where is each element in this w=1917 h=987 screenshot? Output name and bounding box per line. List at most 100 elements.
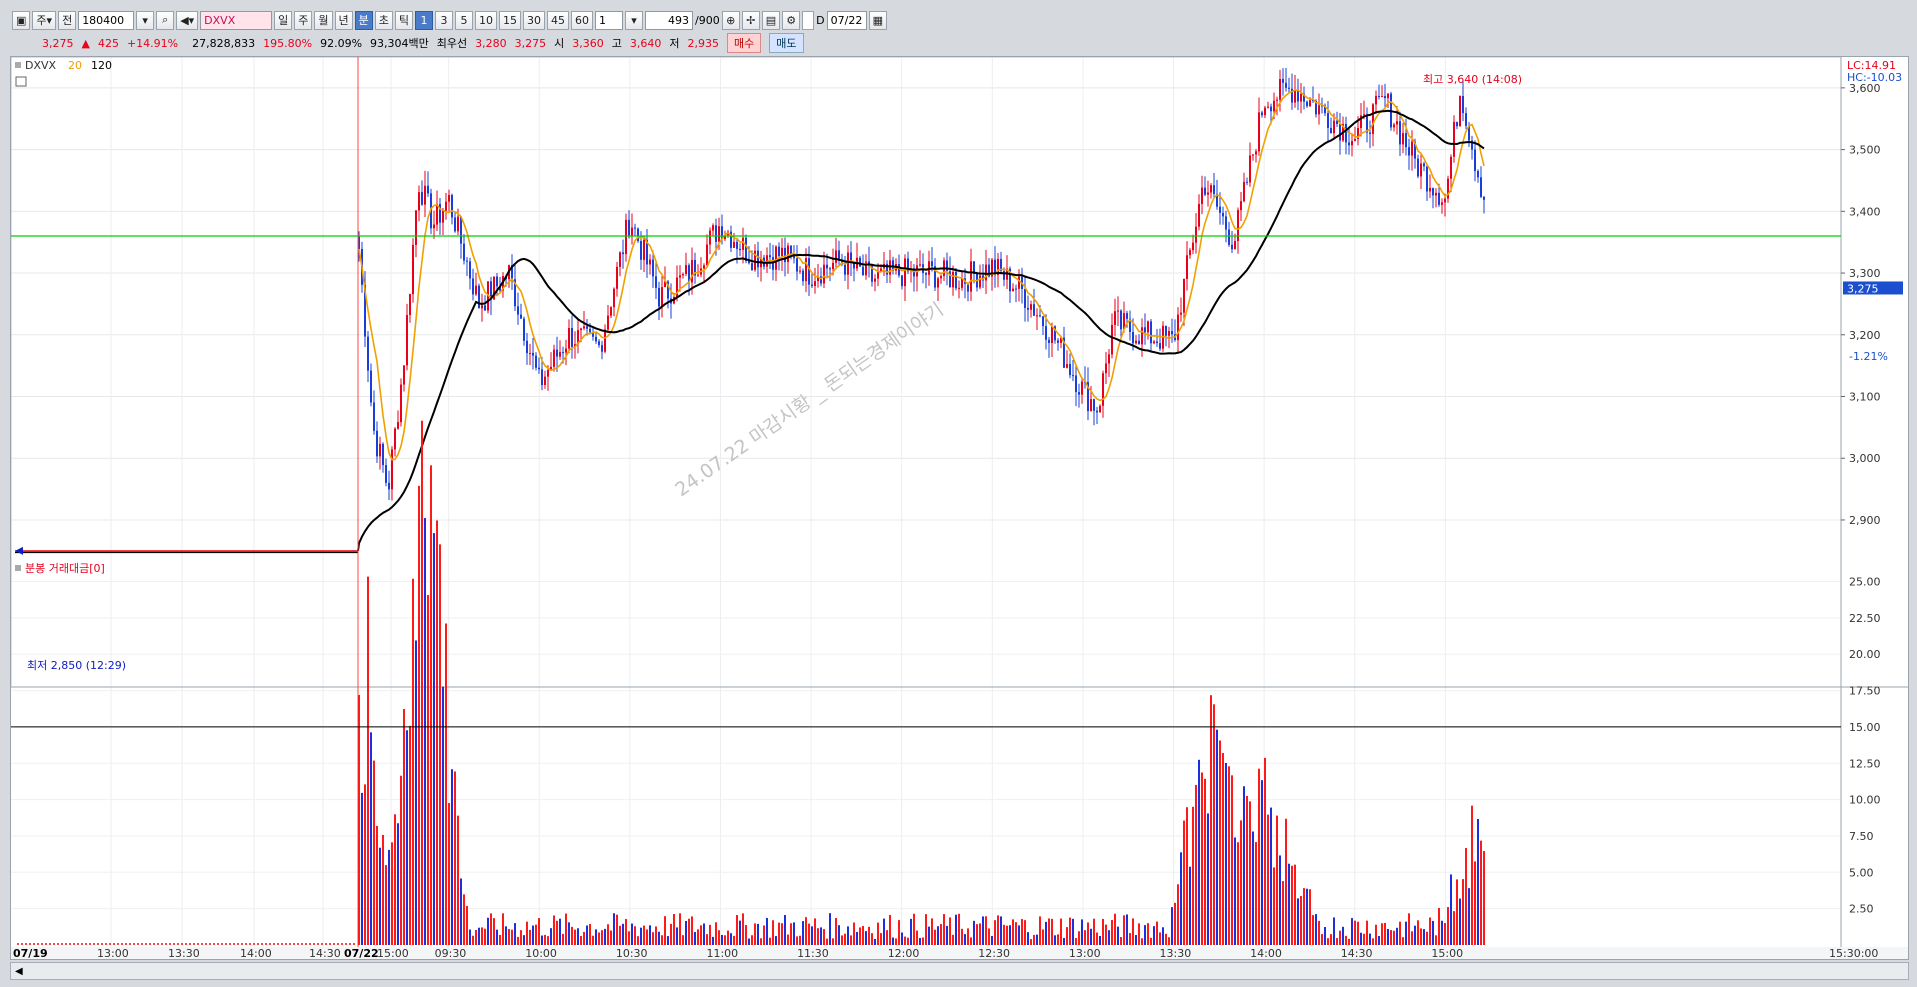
- price-tick-label: 2,900: [1849, 514, 1881, 527]
- candle-body: [589, 328, 591, 333]
- volume-bar: [125, 943, 127, 945]
- volume-bar: [790, 923, 792, 945]
- candle-body: [1234, 241, 1236, 250]
- chart-canvas[interactable]: DXVX 20 120 최고 3,640 (14:08) 최저 2,850 (1…: [10, 56, 1908, 960]
- interval-dropdown-icon[interactable]: ▾: [625, 10, 644, 30]
- candle-body: [421, 192, 423, 205]
- legend-toggle-icon[interactable]: [15, 76, 27, 87]
- candle-body: [1387, 93, 1389, 99]
- volume-bar: [937, 926, 939, 945]
- period-month[interactable]: 월: [314, 10, 333, 30]
- interval-60[interactable]: 60: [571, 10, 594, 30]
- volume-bar: [1273, 867, 1275, 945]
- chart-area[interactable]: DXVX 20 120 최고 3,640 (14:08) 최저 2,850 (1…: [10, 56, 1909, 960]
- period-week[interactable]: 주: [294, 10, 313, 30]
- volume-bar: [1000, 916, 1002, 945]
- volume-bar: [65, 943, 67, 945]
- interval-3[interactable]: 3: [435, 10, 454, 30]
- candle-body: [1126, 313, 1128, 319]
- volume-bar: [367, 576, 369, 945]
- open-label: 시: [554, 37, 565, 50]
- candle-body: [1243, 181, 1245, 202]
- time-tick-label: 12:00: [888, 947, 920, 959]
- volume-bar: [631, 923, 633, 945]
- volume-bar: [982, 916, 984, 945]
- volume-bar: [568, 922, 570, 945]
- interval-1[interactable]: 1: [415, 10, 434, 30]
- volume-bar: [41, 943, 43, 945]
- volume-bar: [121, 943, 123, 945]
- volume-bar: [1318, 920, 1320, 945]
- date-input[interactable]: 07/22: [826, 10, 867, 30]
- volume-title: 분봉 거래대금[0]: [25, 562, 105, 575]
- period-day[interactable]: 일: [274, 10, 293, 30]
- volume-bar: [209, 943, 211, 945]
- candle-body: [616, 266, 618, 289]
- stock-code-input[interactable]: 180400: [78, 10, 135, 30]
- candle-body: [757, 250, 759, 268]
- interval-30[interactable]: 30: [523, 10, 546, 30]
- volume-bar: [45, 943, 47, 945]
- candle-body: [1177, 314, 1179, 341]
- candle-body: [1078, 392, 1080, 395]
- volume-bar: [394, 814, 396, 945]
- count-input[interactable]: 493: [645, 10, 694, 30]
- period-second[interactable]: 초: [374, 10, 393, 30]
- volume-bar: [1249, 801, 1251, 945]
- volume-bar: [412, 578, 414, 945]
- volume-bar: [221, 943, 223, 945]
- code-dropdown-icon[interactable]: ▾: [136, 10, 155, 30]
- interval-45[interactable]: 45: [547, 10, 570, 30]
- view-mode-button[interactable]: 전: [58, 10, 77, 30]
- speaker-icon[interactable]: ◀▾: [176, 10, 199, 30]
- search-icon[interactable]: ⌕: [156, 10, 175, 30]
- save-icon[interactable]: ▤: [761, 10, 781, 30]
- layout-icon[interactable]: ▣: [12, 10, 31, 30]
- time-tick-label: 15:30:00: [1829, 947, 1878, 959]
- candle-body: [1384, 96, 1386, 99]
- zoom-icon[interactable]: ⊕: [721, 10, 740, 30]
- candle-body: [1171, 331, 1173, 335]
- date-checkbox[interactable]: [802, 10, 815, 30]
- calendar-icon[interactable]: ▦: [868, 10, 888, 30]
- volume-bar: [958, 913, 960, 945]
- volume-bar: [1471, 805, 1473, 945]
- interval-10[interactable]: 10: [475, 10, 498, 30]
- candle-body: [847, 252, 849, 275]
- crosshair-icon[interactable]: ✢: [741, 10, 760, 30]
- volume-bar: [733, 935, 735, 945]
- scroll-left-icon[interactable]: ◀: [15, 966, 23, 977]
- candle-body: [373, 402, 375, 431]
- ticker-field[interactable]: DXVX: [200, 10, 273, 30]
- volume-bar: [297, 943, 299, 945]
- volume-bar: [376, 825, 378, 945]
- interval-input[interactable]: 1: [595, 10, 624, 30]
- volume-bar: [69, 943, 71, 945]
- volume-bar: [1435, 935, 1437, 945]
- scroll-bar[interactable]: ◀: [10, 962, 1909, 980]
- volume-bar: [985, 916, 987, 945]
- candle-body: [1153, 341, 1155, 344]
- candle-body: [1417, 158, 1419, 177]
- buy-button[interactable]: 매수: [727, 33, 762, 53]
- period-year[interactable]: 년: [334, 10, 353, 30]
- volume-bar: [1447, 907, 1449, 945]
- sell-button[interactable]: 매도: [769, 33, 804, 53]
- candle-body: [565, 348, 567, 353]
- volume-bar: [547, 936, 549, 945]
- gear-icon[interactable]: ⚙: [782, 10, 801, 30]
- candle-body: [1264, 107, 1266, 116]
- market-type-select[interactable]: 주 ▾: [32, 10, 57, 30]
- candle-body: [1024, 289, 1026, 308]
- candle-body: [1435, 192, 1437, 196]
- interval-15[interactable]: 15: [499, 10, 522, 30]
- candle-body: [955, 271, 957, 289]
- volume-bar: [565, 913, 567, 945]
- volume-bar: [1357, 921, 1359, 945]
- candle-body: [460, 216, 462, 244]
- interval-5[interactable]: 5: [455, 10, 474, 30]
- volume-bar: [321, 943, 323, 945]
- period-tick[interactable]: 틱: [394, 10, 414, 30]
- period-minute[interactable]: 분: [354, 10, 373, 30]
- volume-bar: [1183, 820, 1185, 945]
